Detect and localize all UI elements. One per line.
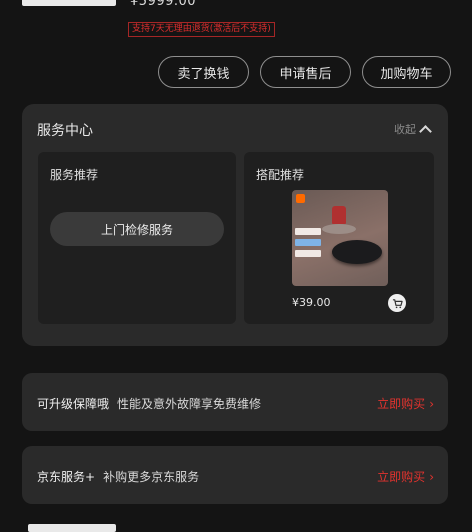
return-policy-notice: 支持7天无理由退货(激活后不支持)	[128, 22, 275, 37]
service-recommend-title: 服务推荐	[50, 168, 99, 182]
jd-service-row[interactable]: 京东服务+ 补购更多京东服务 立即购买 ›	[22, 446, 448, 504]
combo-recommend-panel: 搭配推荐 ¥39.00	[244, 152, 434, 324]
upgrade-buy-link[interactable]: 立即购买 ›	[377, 395, 434, 412]
product-price: ¥5999.00	[130, 0, 197, 9]
collapse-toggle[interactable]: 收起	[394, 121, 432, 138]
apply-after-sales-button[interactable]: 申请售后	[260, 56, 351, 88]
service-recommend-panel: 服务推荐 上门检修服务	[38, 152, 236, 324]
onsite-repair-button[interactable]: 上门检修服务	[50, 212, 224, 246]
add-to-cart-button[interactable]: 加购物车	[362, 56, 451, 88]
order-actions: 卖了换钱 申请售后 加购物车	[158, 56, 451, 88]
jd-service-buy-link[interactable]: 立即购买 ›	[377, 468, 434, 485]
brand-logo	[296, 194, 305, 203]
product-image-mouse[interactable]	[292, 190, 388, 286]
jd-service-title: 京东服务+	[37, 470, 96, 484]
chevron-right-icon: ›	[429, 397, 434, 411]
collapse-label: 收起	[394, 123, 416, 136]
shopping-cart-icon[interactable]	[388, 294, 406, 312]
upgrade-title: 可升级保障哦	[37, 397, 110, 411]
chevron-up-icon	[419, 124, 432, 138]
sell-for-cash-button[interactable]: 卖了换钱	[158, 56, 249, 88]
combo-product-price: ¥39.00	[292, 296, 331, 309]
jd-service-desc: 补购更多京东服务	[103, 470, 200, 484]
upgrade-protection-row[interactable]: 可升级保障哦 性能及意外故障享免费维修 立即购买 ›	[22, 373, 448, 431]
product-thumbnail	[22, 0, 116, 6]
upgrade-desc: 性能及意外故障享免费维修	[117, 397, 262, 411]
chevron-right-icon: ›	[429, 470, 434, 484]
next-item-thumbnail	[28, 524, 116, 532]
service-center-card: 服务中心 收起 服务推荐 上门检修服务 搭配推荐 ¥39.00	[22, 104, 448, 346]
service-center-title: 服务中心	[37, 123, 93, 139]
mouse-illustration	[332, 240, 382, 264]
combo-recommend-title: 搭配推荐	[256, 168, 305, 182]
